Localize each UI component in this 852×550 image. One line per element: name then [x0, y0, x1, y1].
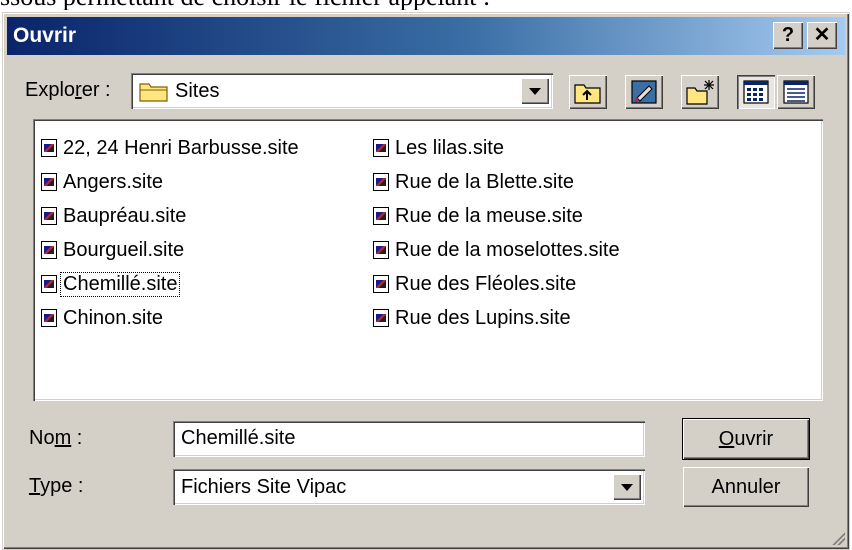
current-folder: Sites [175, 80, 220, 102]
list-item[interactable]: Bourgueil.site [41, 233, 301, 267]
file-name: Rue de la moselottes.site [395, 238, 620, 261]
site-file-icon [373, 309, 389, 327]
new-folder-button[interactable] [681, 75, 719, 109]
list-item[interactable]: Rue de la moselottes.site [373, 233, 622, 267]
list-item[interactable]: Rue de la Blette.site [373, 165, 622, 199]
file-name-input[interactable]: Chemillé.site [173, 421, 645, 457]
file-name: Angers.site [63, 170, 164, 193]
name-label: Nom : [29, 427, 83, 449]
list-item[interactable]: Chinon.site [41, 301, 301, 335]
site-file-icon [41, 241, 57, 259]
file-column-2: Les lilas.site Rue de la Blette.site Rue… [373, 131, 622, 335]
type-dropdown-button[interactable] [613, 474, 641, 500]
explorer-label: Explorer : [25, 79, 111, 101]
open-button[interactable]: Ouvrir [682, 418, 810, 460]
list-item[interactable]: Rue de la meuse.site [373, 199, 622, 233]
desktop-button[interactable] [625, 75, 663, 109]
close-button[interactable]: ✕ [807, 22, 837, 49]
site-file-icon [41, 207, 57, 225]
cancel-button[interactable]: Annuler [683, 467, 809, 507]
site-file-icon [373, 241, 389, 259]
resize-grip-icon[interactable] [829, 529, 845, 545]
list-item[interactable]: Baupréau.site [41, 199, 301, 233]
file-name: Chemillé.site [59, 271, 181, 297]
open-dialog: Ouvrir ? ✕ Explorer : Sites 22, 24 Henri… [2, 12, 850, 550]
site-file-icon [41, 173, 57, 191]
file-name: Rue des Lupins.site [395, 306, 571, 329]
file-name: Rue des Fléoles.site [395, 272, 577, 295]
list-item[interactable]: Rue des Fléoles.site [373, 267, 622, 301]
list-item[interactable]: Rue des Lupins.site [373, 301, 622, 335]
folder-combo[interactable]: Sites [131, 73, 553, 109]
file-name: Baupréau.site [63, 204, 187, 227]
desktop-icon [629, 78, 659, 111]
file-list[interactable]: 22, 24 Henri Barbusse.site Angers.site B… [33, 119, 823, 401]
site-file-icon [41, 275, 57, 293]
list-view-icon [742, 79, 770, 110]
list-item[interactable]: Les lilas.site [373, 131, 622, 165]
up-folder-icon [573, 79, 603, 110]
file-name: Les lilas.site [395, 136, 504, 159]
file-name: Chinon.site [63, 306, 164, 329]
file-type-value: Fichiers Site Vipac [181, 476, 347, 498]
site-file-icon [373, 207, 389, 225]
site-file-icon [373, 275, 389, 293]
file-name: 22, 24 Henri Barbusse.site [63, 136, 299, 159]
up-folder-button[interactable] [569, 75, 607, 109]
folder-icon [139, 80, 169, 107]
details-view-button[interactable] [777, 75, 815, 109]
details-view-icon [782, 79, 810, 110]
folder-dropdown-button[interactable] [521, 78, 549, 104]
file-type-select[interactable]: Fichiers Site Vipac [173, 469, 645, 505]
file-name: Rue de la meuse.site [395, 204, 583, 227]
dialog-title: Ouvrir [13, 24, 77, 47]
file-column-1: 22, 24 Henri Barbusse.site Angers.site B… [41, 131, 301, 335]
type-label: Type : [29, 475, 84, 497]
help-button[interactable]: ? [773, 22, 803, 49]
list-item[interactable]: 22, 24 Henri Barbusse.site [41, 131, 301, 165]
list-item-focused[interactable]: Chemillé.site [41, 267, 301, 301]
site-file-icon [373, 173, 389, 191]
site-file-icon [373, 139, 389, 157]
document-text: ssous permettant de choisir le fichier a… [0, 0, 852, 10]
list-item[interactable]: Angers.site [41, 165, 301, 199]
site-file-icon [41, 309, 57, 327]
list-view-button[interactable] [737, 75, 775, 109]
file-name: Rue de la Blette.site [395, 170, 574, 193]
new-folder-icon [685, 78, 715, 111]
file-name: Bourgueil.site [63, 238, 185, 261]
site-file-icon [41, 139, 57, 157]
title-bar[interactable]: Ouvrir ? ✕ [7, 17, 845, 55]
